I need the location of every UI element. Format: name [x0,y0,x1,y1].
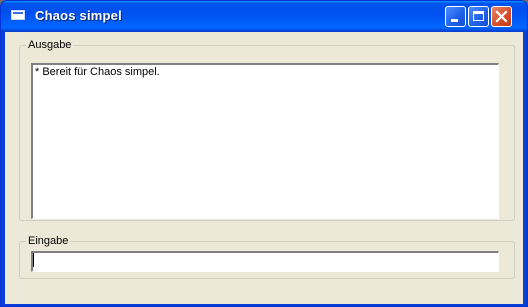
output-group-label: Ausgabe [26,38,74,52]
output-line: * Bereit für Chaos simpel. [35,66,160,78]
maximize-button[interactable] [468,6,489,27]
close-icon [495,10,508,23]
title-bar[interactable]: Chaos simpel [1,1,527,31]
window-icon[interactable] [11,10,25,20]
maximize-icon [473,11,484,21]
input-group: Eingabe [19,234,515,279]
window-title: Chaos simpel [35,8,122,23]
command-input[interactable] [31,251,499,272]
close-button[interactable] [491,6,512,27]
minimize-icon [451,19,458,22]
text-caret [33,253,34,267]
input-group-label: Eingabe [26,234,71,248]
output-group: Ausgabe * Bereit für Chaos simpel. [19,38,515,221]
app-window: Chaos simpel Ausgabe * Bereit für Chaos … [0,0,528,307]
window-client-area: Ausgabe * Bereit für Chaos simpel. Einga… [5,32,523,304]
minimize-button[interactable] [445,6,466,27]
output-textarea[interactable]: * Bereit für Chaos simpel. [31,63,499,219]
